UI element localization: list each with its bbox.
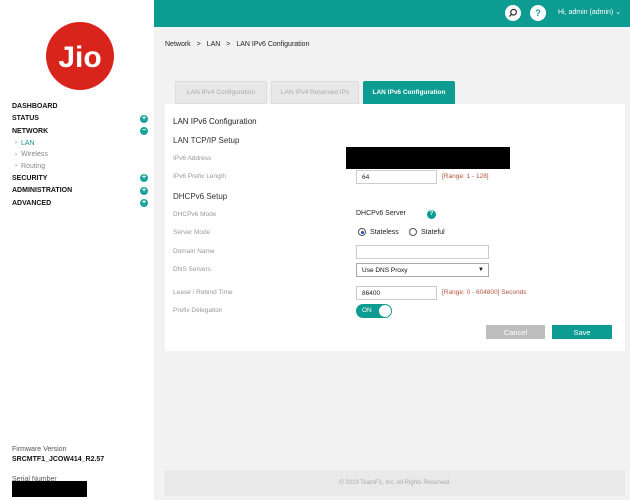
breadcrumb-separator: >	[226, 41, 231, 48]
user-menu[interactable]: Hi, admin (admin) ⌄	[558, 8, 621, 16]
dhcpv6-mode-value: DHCPv6 Server	[356, 210, 406, 217]
dhcpv6-mode-label: DHCPv6 Mode	[173, 211, 217, 218]
config-panel: LAN IPv6 Configuration LAN TCP/IP Setup …	[165, 104, 625, 351]
dns-servers-selected: Use DNS Proxy	[362, 266, 408, 274]
sidebar-subitem-routing[interactable]: › Routing	[12, 161, 152, 173]
toggle-knob	[379, 305, 391, 317]
sidebar-subitem-label: Routing	[21, 162, 46, 170]
page-title: LAN IPv6 Configuration	[173, 117, 257, 126]
cancel-button[interactable]: Cancel	[486, 325, 545, 339]
expand-plus-icon[interactable]: +	[140, 174, 148, 182]
sidebar-item-network[interactable]: NETWORK −	[12, 125, 152, 138]
svg-text:Jio: Jio	[58, 41, 101, 74]
expand-plus-icon[interactable]: +	[140, 199, 148, 207]
dns-servers-label: DNS Servers	[173, 266, 211, 273]
chevron-down-icon: ⌄	[615, 9, 622, 16]
ipv6-address-redacted	[346, 147, 510, 169]
sidebar: Jio DASHBOARD STATUS + NETWORK − › LAN ›…	[0, 0, 154, 500]
section-dhcpv6: DHCPv6 Setup	[173, 192, 228, 201]
sidebar-subitem-lan[interactable]: › LAN	[12, 138, 152, 150]
radio-label: Stateful	[421, 228, 445, 236]
sidebar-item-dashboard[interactable]: DASHBOARD	[12, 100, 152, 113]
prefix-length-range: [Range: 1 - 128]	[442, 173, 489, 180]
breadcrumb-network[interactable]: Network	[165, 41, 191, 48]
jio-logo[interactable]: Jio	[46, 22, 114, 90]
server-mode-label: Server Mode	[173, 229, 211, 236]
tab-lan-ipv4-reserved-ips[interactable]: LAN IPv4 Reserved IPs	[271, 81, 359, 104]
sidebar-item-administration[interactable]: ADMINISTRATION +	[12, 185, 152, 198]
prefix-length-input[interactable]	[356, 170, 437, 184]
ipv6-address-label: IPv6 Address	[173, 155, 212, 162]
chevron-right-icon: ›	[15, 163, 17, 170]
help-icon[interactable]: ?	[427, 210, 436, 219]
chevron-right-icon: ›	[15, 140, 17, 147]
sidebar-item-label: STATUS	[12, 115, 39, 123]
sidebar-item-label: SECURITY	[12, 174, 48, 182]
serial-number-redacted	[12, 481, 87, 497]
sidebar-item-label: ADMINISTRATION	[12, 187, 73, 195]
search-icon[interactable]	[505, 5, 521, 21]
sidebar-nav: DASHBOARD STATUS + NETWORK − › LAN › Wir…	[12, 100, 152, 210]
sidebar-item-status[interactable]: STATUS +	[12, 113, 152, 126]
sidebar-item-security[interactable]: SECURITY +	[12, 172, 152, 185]
dns-servers-select[interactable]: Use DNS Proxy ▼	[356, 263, 489, 277]
copyright-text: © 2019 TeamF1, Inc. All Rights Reserved.	[339, 480, 451, 486]
prefix-delegation-label: Prefix Delegation	[173, 307, 223, 314]
firmware-version-value: SRCMTF1_JCOW414_R2.57	[12, 456, 105, 463]
lease-rebind-input[interactable]	[356, 286, 437, 300]
save-button[interactable]: Save	[552, 325, 612, 339]
sidebar-subitem-label: LAN	[21, 139, 35, 147]
user-name: Hi, admin (admin)	[558, 9, 614, 16]
domain-name-label: Domain Name	[173, 248, 215, 255]
footer: © 2019 TeamF1, Inc. All Rights Reserved.	[165, 470, 625, 496]
sidebar-subitem-label: Wireless	[21, 151, 48, 159]
sidebar-item-label: ADVANCED	[12, 199, 52, 207]
sidebar-item-label: NETWORK	[12, 127, 49, 135]
jio-logo-mark: Jio	[58, 41, 101, 74]
prefix-delegation-toggle[interactable]: ON	[356, 304, 392, 318]
chevron-right-icon: ›	[15, 151, 17, 158]
expand-plus-icon[interactable]: +	[140, 186, 148, 195]
radio-label: Stateless	[370, 228, 399, 236]
radio-unselected-icon	[409, 228, 417, 236]
top-header: ? Hi, admin (admin) ⌄	[154, 0, 630, 27]
breadcrumb-lan[interactable]: LAN	[207, 41, 221, 48]
radio-selected-icon	[358, 228, 366, 236]
firmware-version-label: Firmware Version	[12, 446, 67, 453]
collapse-minus-icon[interactable]: −	[140, 127, 148, 135]
sidebar-item-advanced[interactable]: ADVANCED +	[12, 197, 152, 210]
tab-lan-ipv6-configuration[interactable]: LAN IPv6 Configuration	[363, 81, 455, 104]
breadcrumb-separator: >	[196, 41, 201, 48]
expand-plus-icon[interactable]: +	[140, 114, 148, 123]
breadcrumb: Network > LAN > LAN IPv6 Configuration	[165, 41, 313, 48]
tab-lan-ipv4-configuration[interactable]: LAN IPv4 Configuration	[175, 81, 267, 104]
help-icon[interactable]: ?	[530, 5, 546, 21]
lease-rebind-label: Lease / Rebind Time	[173, 289, 233, 296]
sidebar-item-label: DASHBOARD	[12, 102, 58, 110]
lease-rebind-range: [Range: 0 - 604800] Seconds	[442, 289, 527, 296]
sidebar-subitem-wireless[interactable]: › Wireless	[12, 149, 152, 161]
section-lan-tcpip: LAN TCP/IP Setup	[173, 136, 240, 145]
prefix-length-label: IPv6 Prefix Length	[173, 173, 227, 180]
chevron-down-icon: ▼	[478, 267, 484, 273]
toggle-state: ON	[362, 307, 372, 314]
server-mode-stateless-radio[interactable]: Stateless	[358, 228, 399, 236]
breadcrumb-current: LAN IPv6 Configuration	[236, 41, 310, 48]
domain-name-input[interactable]	[356, 245, 489, 259]
server-mode-stateful-radio[interactable]: Stateful	[409, 228, 445, 236]
